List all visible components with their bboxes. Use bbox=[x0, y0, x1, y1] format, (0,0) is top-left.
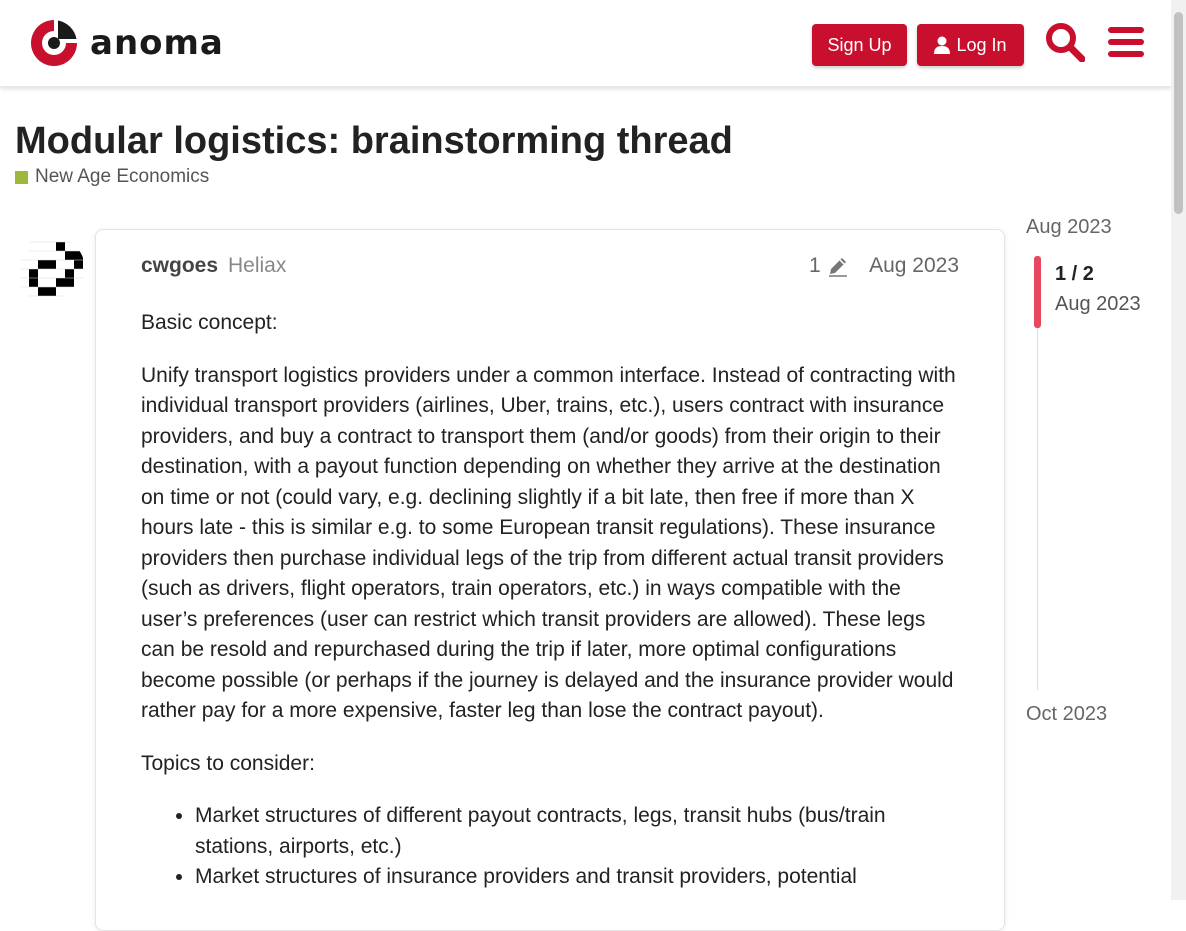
post-paragraph: Unify transport logistics providers unde… bbox=[141, 363, 956, 723]
scrollbar-thumb[interactable] bbox=[1174, 12, 1183, 214]
user-title: Heliax bbox=[228, 254, 287, 277]
search-icon bbox=[1046, 23, 1085, 62]
sign-up-button[interactable]: Sign Up bbox=[812, 24, 907, 66]
site-logo[interactable]: anoma bbox=[28, 17, 224, 69]
timeline-start-date[interactable]: Aug 2023 bbox=[1026, 216, 1112, 239]
timeline-position: 1 / 2 bbox=[1055, 263, 1094, 285]
topic-title[interactable]: Modular logistics: brainstorming thread bbox=[15, 119, 733, 163]
logo-text: anoma bbox=[90, 23, 224, 63]
timeline-scroller-handle[interactable] bbox=[1034, 256, 1041, 328]
log-in-button[interactable]: Log In bbox=[917, 24, 1024, 66]
hamburger-menu-icon bbox=[1108, 27, 1144, 57]
topic-timeline: Aug 2023 1 / 2 Aug 2023 Oct 2023 bbox=[1026, 212, 1166, 732]
timeline-end-date[interactable]: Oct 2023 bbox=[1026, 703, 1107, 726]
category-color-swatch bbox=[15, 170, 28, 184]
category-name: New Age Economics bbox=[35, 166, 210, 187]
site-header: anoma Sign Up Log In bbox=[0, 0, 1171, 87]
anoma-logo-icon bbox=[31, 20, 77, 66]
post-body: Basic concept: Unify transport logistics… bbox=[141, 308, 963, 893]
list-item: Market structures of insurance providers… bbox=[195, 862, 963, 893]
post-paragraph: Topics to consider: bbox=[141, 751, 315, 775]
post-date[interactable]: Aug 2023 bbox=[869, 254, 959, 278]
post-paragraph: Basic concept: bbox=[141, 311, 278, 334]
edit-count: 1 bbox=[809, 254, 821, 277]
timeline-position-date: Aug 2023 bbox=[1055, 293, 1141, 315]
category-badge[interactable]: New Age Economics bbox=[15, 166, 209, 188]
identicon-avatar-icon bbox=[16, 235, 85, 304]
hamburger-menu-button[interactable] bbox=[1104, 20, 1148, 64]
avatar[interactable] bbox=[16, 235, 85, 304]
topics-list: Market structures of different payout co… bbox=[141, 801, 963, 893]
edit-history-button[interactable]: 1 bbox=[809, 254, 849, 278]
pencil-icon bbox=[828, 258, 847, 277]
search-button[interactable] bbox=[1043, 20, 1087, 64]
post-meta: cwgoes Heliax 1 Aug 2023 bbox=[141, 254, 959, 280]
sign-up-label: Sign Up bbox=[827, 34, 892, 55]
page-scrollbar[interactable] bbox=[1171, 0, 1186, 900]
list-item: Market structures of different payout co… bbox=[195, 801, 963, 862]
post-card: cwgoes Heliax 1 Aug 2023 Basic concept: … bbox=[95, 229, 1005, 931]
post-username[interactable]: cwgoes bbox=[141, 254, 218, 278]
user-icon bbox=[934, 36, 951, 54]
log-in-label: Log In bbox=[956, 34, 1007, 55]
